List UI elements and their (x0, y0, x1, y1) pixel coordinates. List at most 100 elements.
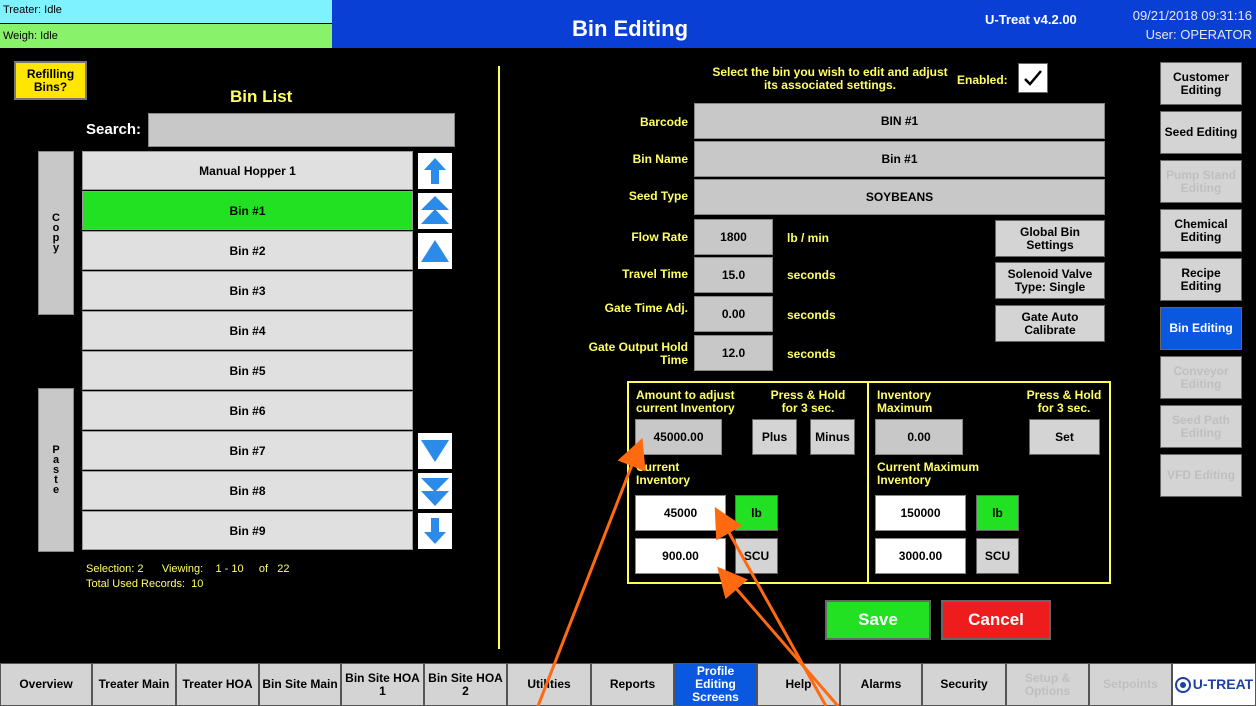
u-treat-logo: U-TREAT (1172, 663, 1256, 706)
tab-bin-site-hoa-2[interactable]: Bin Site HOA 2 (424, 663, 507, 706)
list-item[interactable]: Bin #9 (82, 511, 413, 550)
scroll-top-icon[interactable] (418, 153, 452, 189)
selection-info: Selection: 2 Viewing: 1 - 10 of 22 Total… (86, 563, 290, 590)
solenoid-valve-button[interactable]: Solenoid Valve Type: Single (995, 262, 1105, 299)
page-up-icon[interactable] (418, 193, 452, 229)
nav-customer-editing[interactable]: Customer Editing (1160, 62, 1242, 105)
current-max-lb-field[interactable]: 150000 (875, 495, 966, 531)
list-item[interactable]: Bin #6 (82, 391, 413, 430)
page-down-icon[interactable] (418, 473, 452, 509)
tab-bin-site-main[interactable]: Bin Site Main (259, 663, 341, 706)
nav-seed-path-editing[interactable]: Seed Path Editing (1160, 405, 1242, 448)
scu-unit-button[interactable]: SCU (735, 538, 778, 574)
lb-unit-button-2[interactable]: lb (976, 495, 1019, 531)
inventory-maximum-label: Inventory Maximum (877, 388, 933, 415)
bin-name-label: Bin Name (632, 152, 688, 166)
paste-button[interactable]: P a s t e (38, 388, 74, 552)
lb-unit-button[interactable]: lb (735, 495, 778, 531)
weigh-status: Weigh: Idle (0, 24, 332, 48)
barcode-label: Barcode (639, 115, 688, 129)
gate-hold-label: Gate Output Hold Time (588, 340, 688, 367)
nav-bin-editing[interactable]: Bin Editing (1160, 307, 1242, 350)
flow-rate-unit: lb / min (787, 231, 829, 245)
tab-utilities[interactable]: Utilities (507, 663, 591, 706)
bin-list-title: Bin List (230, 87, 293, 106)
copy-button[interactable]: C o p y (38, 151, 74, 315)
current-inventory-lb-field[interactable]: 45000 (635, 495, 726, 531)
tab-overview[interactable]: Overview (0, 663, 92, 706)
tab-setup-options[interactable]: Setup & Options (1006, 663, 1089, 706)
press-hold-label-2: Press & Hold for 3 sec. (1026, 388, 1102, 415)
scroll-down-icon[interactable] (418, 433, 452, 469)
datetime-user: 09/21/2018 09:31:16 User: OPERATOR (1100, 6, 1252, 44)
user-label: User: OPERATOR (1145, 27, 1252, 42)
page-title: Bin Editing (571, 16, 689, 41)
check-icon (1024, 70, 1042, 86)
nav-vfd-editing[interactable]: VFD Editing (1160, 454, 1242, 497)
travel-time-field[interactable]: 15.0 (694, 257, 773, 293)
list-item[interactable]: Bin #5 (82, 351, 413, 390)
tab-bin-site-hoa-1[interactable]: Bin Site HOA 1 (341, 663, 424, 706)
press-hold-label: Press & Hold for 3 sec. (770, 388, 846, 415)
inventory-divider (867, 381, 869, 584)
list-item[interactable]: Bin #2 (82, 231, 413, 270)
gate-hold-field[interactable]: 12.0 (694, 335, 773, 371)
minus-button[interactable]: Minus (810, 419, 855, 455)
tab-setpoints[interactable]: Setpoints (1089, 663, 1172, 706)
current-inventory-label: Current Inventory (636, 460, 691, 487)
tab-help[interactable]: Help (757, 663, 840, 706)
current-maximum-label: Current Maximum Inventory (877, 460, 980, 487)
list-item[interactable]: Bin #4 (82, 311, 413, 350)
divider (498, 66, 500, 649)
current-max-scu-field[interactable]: 3000.00 (875, 538, 966, 574)
nav-chemical-editing[interactable]: Chemical Editing (1160, 209, 1242, 252)
tab-profile-editing[interactable]: Profile Editing Screens (674, 663, 757, 706)
list-item[interactable]: Manual Hopper 1 (82, 151, 413, 190)
gate-hold-unit: seconds (787, 347, 836, 361)
scu-unit-button-2[interactable]: SCU (976, 538, 1019, 574)
travel-time-unit: seconds (787, 268, 836, 282)
search-input[interactable] (148, 113, 455, 147)
nav-conveyor-editing[interactable]: Conveyor Editing (1160, 356, 1242, 399)
adjust-amount-field[interactable]: 45000.00 (635, 419, 722, 455)
list-item[interactable]: Bin #8 (82, 471, 413, 510)
tab-security[interactable]: Security (922, 663, 1006, 706)
adjust-inventory-label: Amount to adjust current Inventory (636, 388, 735, 415)
refilling-bins-button[interactable]: Refilling Bins? (14, 61, 87, 100)
set-button[interactable]: Set (1029, 419, 1100, 455)
list-item-selected[interactable]: Bin #1 (82, 191, 413, 230)
tab-alarms[interactable]: Alarms (840, 663, 922, 706)
global-bin-settings-button[interactable]: Global Bin Settings (995, 220, 1105, 257)
save-button[interactable]: Save (825, 600, 931, 640)
flow-rate-field[interactable]: 1800 (694, 219, 773, 255)
datetime: 09/21/2018 09:31:16 (1132, 8, 1252, 23)
barcode-field[interactable]: BIN #1 (694, 103, 1105, 139)
tab-treater-hoa[interactable]: Treater HOA (176, 663, 259, 706)
scroll-bottom-icon[interactable] (418, 513, 452, 549)
gate-auto-calibrate-button[interactable]: Gate Auto Calibrate (995, 305, 1105, 342)
list-item[interactable]: Bin #7 (82, 431, 413, 470)
enabled-checkbox[interactable] (1018, 63, 1048, 93)
plus-button[interactable]: Plus (752, 419, 797, 455)
seed-type-field[interactable]: SOYBEANS (694, 179, 1105, 215)
nav-seed-editing[interactable]: Seed Editing (1160, 111, 1242, 154)
tab-reports[interactable]: Reports (591, 663, 674, 706)
search-label: Search: (86, 121, 142, 138)
list-item[interactable]: Bin #3 (82, 271, 413, 310)
flow-rate-label: Flow Rate (631, 230, 688, 244)
current-inventory-scu-field[interactable]: 900.00 (635, 538, 726, 574)
nav-pump-stand-editing[interactable]: Pump Stand Editing (1160, 160, 1242, 203)
scroll-up-icon[interactable] (418, 233, 452, 269)
nav-recipe-editing[interactable]: Recipe Editing (1160, 258, 1242, 301)
version-label: U-Treat v4.2.00 (985, 12, 1077, 27)
enabled-label: Enabled: (957, 73, 1008, 87)
gate-time-adj-field[interactable]: 0.00 (694, 296, 773, 332)
cancel-button[interactable]: Cancel (941, 600, 1051, 640)
bin-name-field[interactable]: Bin #1 (694, 141, 1105, 177)
travel-time-label: Travel Time (622, 267, 688, 281)
logo-mark-icon (1174, 676, 1191, 693)
inventory-maximum-field[interactable]: 0.00 (875, 419, 963, 455)
tab-treater-main[interactable]: Treater Main (92, 663, 176, 706)
treater-status: Treater: Idle (0, 0, 332, 24)
gate-time-adj-label: Gate Time Adj. (604, 301, 688, 315)
